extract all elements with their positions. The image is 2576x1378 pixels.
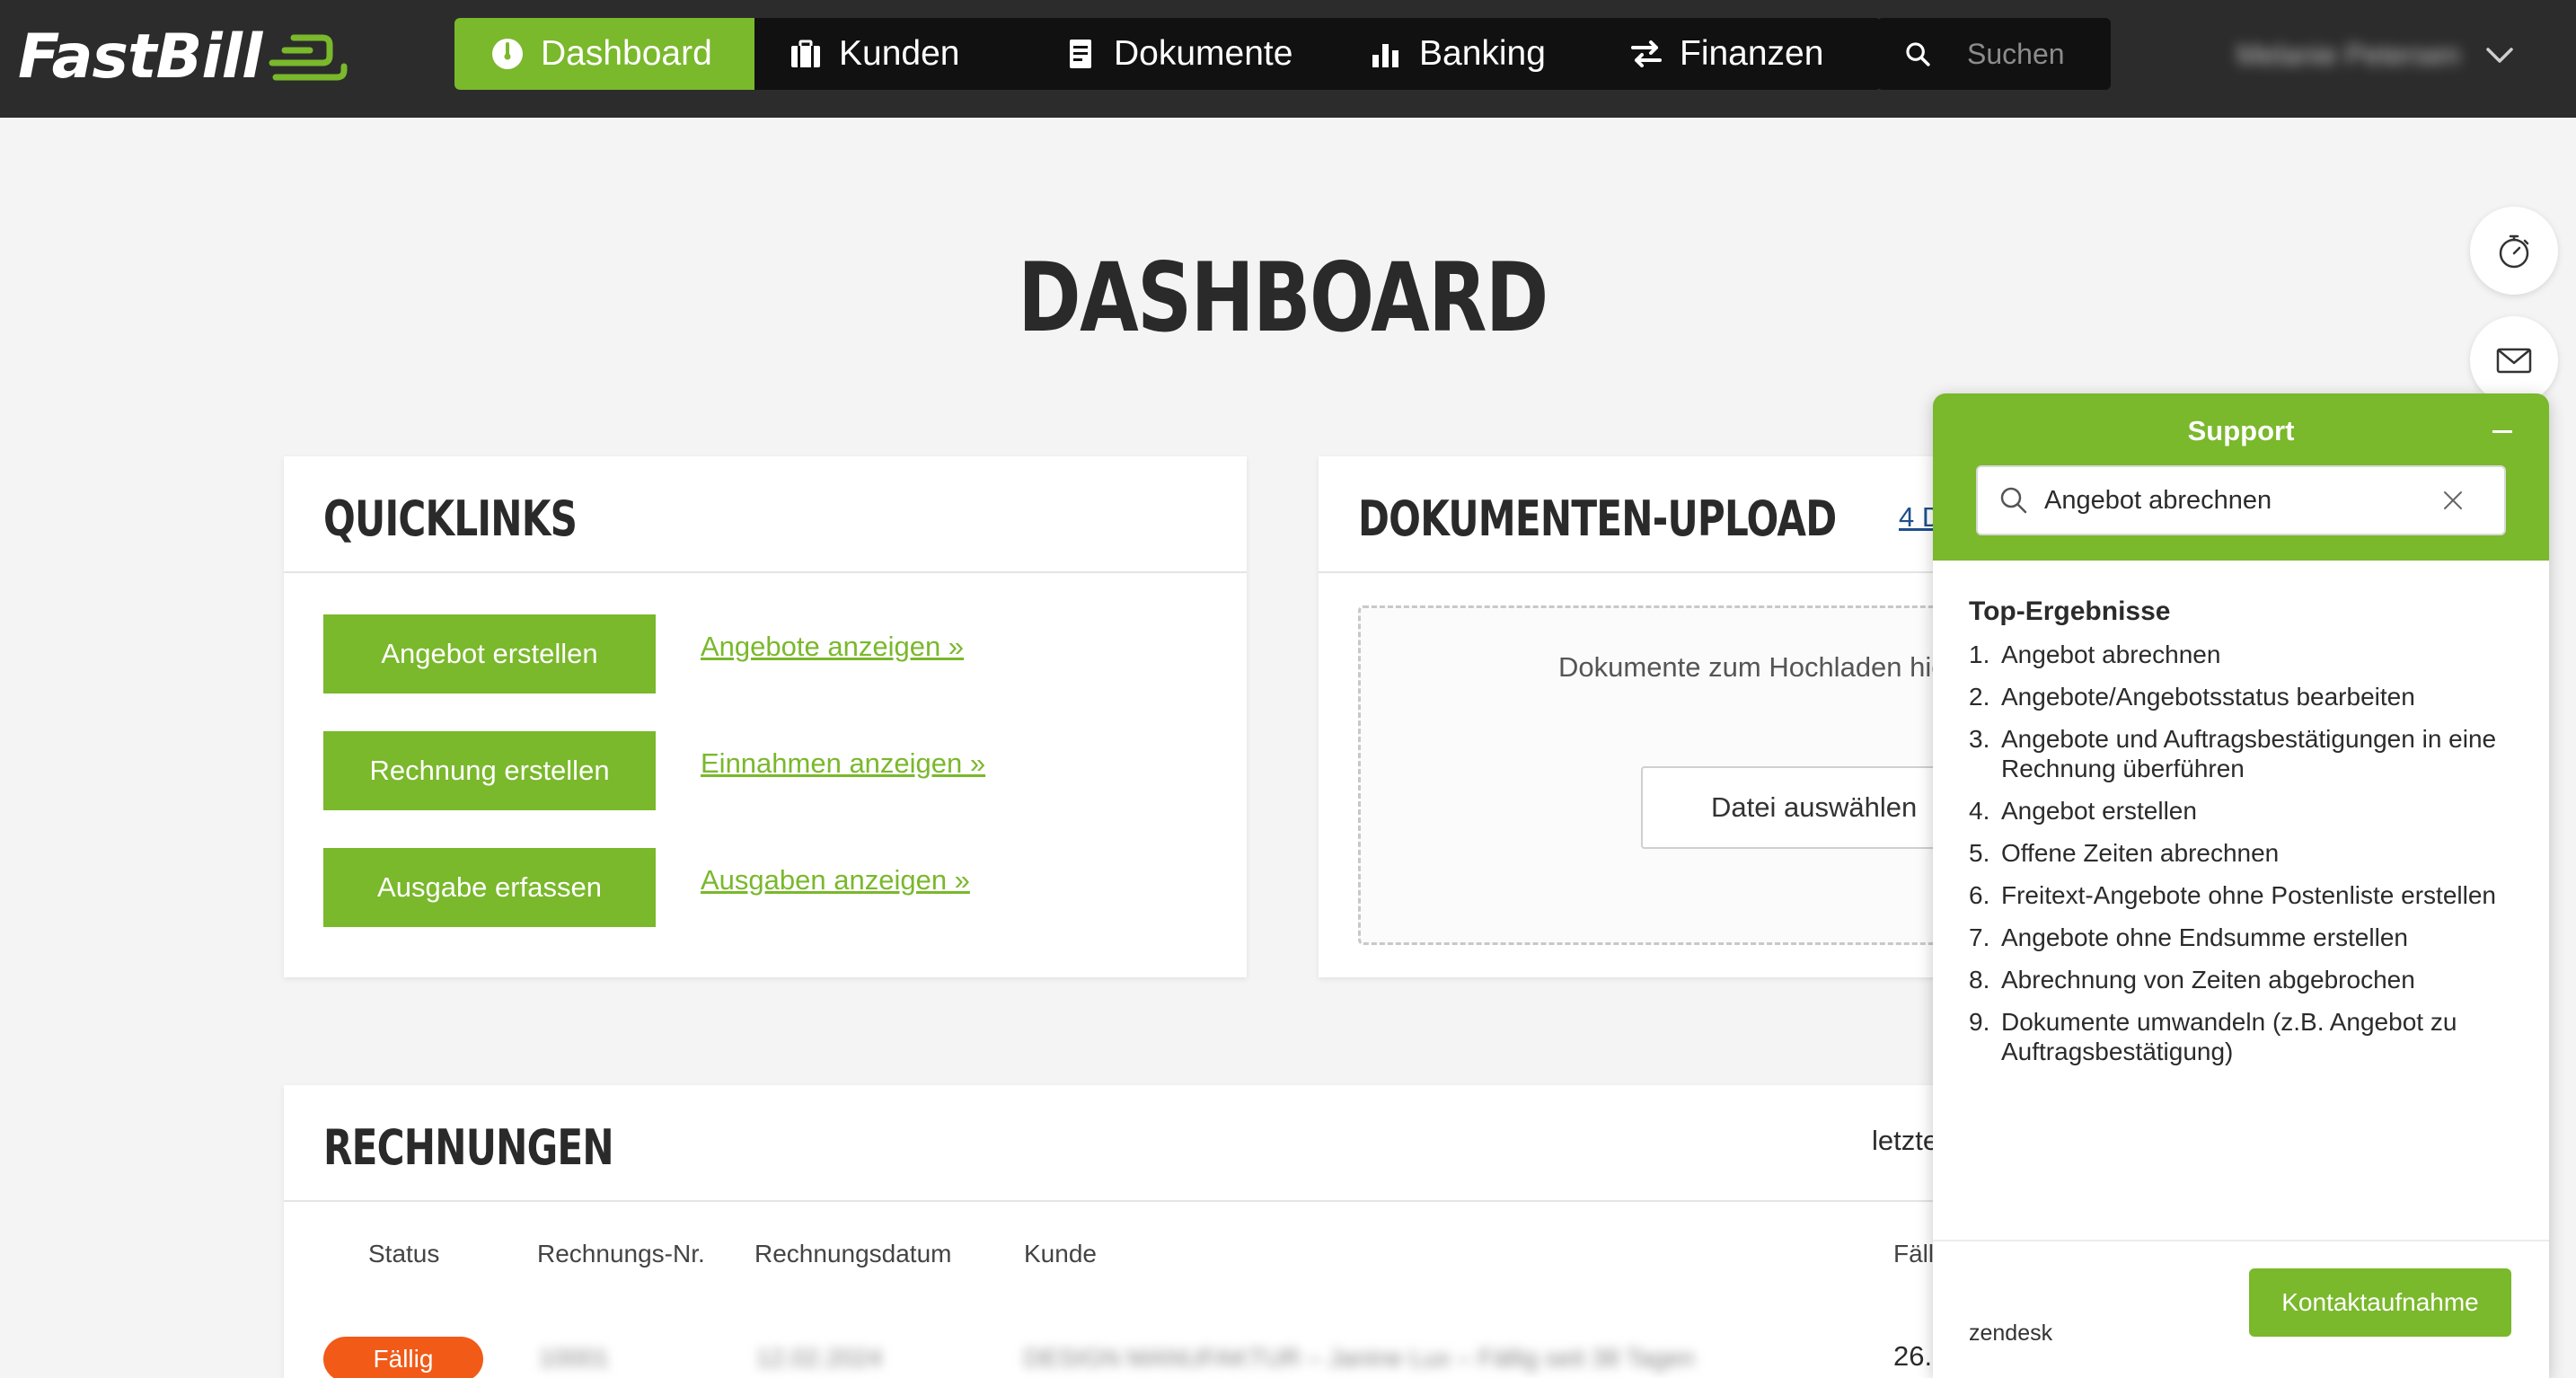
briefcase-icon — [791, 40, 820, 67]
document-upload-card: DOKUMENTEN-UPLOAD 4 D Dokumente zum Hoch… — [1319, 456, 1947, 977]
result-link[interactable]: Freitext-Angebote ohne Postenliste erste… — [2001, 880, 2508, 910]
nav-item-label: Dokumente — [1114, 34, 1293, 73]
nav-item-dashboard[interactable]: Dashboard — [454, 18, 754, 90]
dropzone-hint: Dokumente zum Hochladen hie — [1558, 651, 1947, 683]
result-link[interactable]: Dokumente umwandeln (z.B. Angebot zu Auf… — [2001, 1007, 2508, 1066]
invoices-title: RECHNUNGEN — [323, 1119, 614, 1176]
global-search[interactable] — [1877, 18, 2111, 90]
top-navigation-bar: FastBill Dashboard Kunden Dokumente Bank… — [0, 0, 2576, 118]
create-offer-button[interactable]: Angebot erstellen — [323, 614, 656, 693]
column-customer[interactable]: Kunde — [1024, 1240, 1097, 1268]
column-invoice-number[interactable]: Rechnungs-Nr. — [537, 1240, 705, 1268]
minimize-icon — [2492, 429, 2512, 433]
mail-icon — [2496, 348, 2532, 374]
chevron-down-icon — [2486, 48, 2513, 63]
time-tracking-button[interactable] — [2470, 207, 2558, 295]
document-upload-title: DOKUMENTEN-UPLOAD — [1358, 490, 1837, 547]
nav-item-label: Dashboard — [541, 34, 712, 73]
card-header: DOKUMENTEN-UPLOAD 4 D — [1319, 456, 1947, 573]
support-header: Support — [1933, 393, 2549, 561]
zendesk-logo[interactable]: zendesk — [1969, 1321, 2052, 1347]
nav-item-label: Kunden — [839, 34, 960, 73]
messages-button[interactable] — [2470, 316, 2558, 404]
list-item[interactable]: 1. Angebot abrechnen — [1969, 640, 2508, 669]
period-filter[interactable]: letzte — [1872, 1125, 1938, 1157]
list-item[interactable]: 8. Abrechnung von Zeiten abgebrochen — [1969, 965, 2508, 994]
search-input[interactable] — [1967, 37, 2111, 71]
list-item[interactable]: 6. Freitext-Angebote ohne Postenliste ers… — [1969, 880, 2508, 910]
results-list: 1. Angebot abrechnen 2. Angebote/Angebotss… — [1969, 640, 2508, 1079]
page-title: DASHBOARD — [1018, 243, 1548, 353]
support-search[interactable] — [1976, 465, 2506, 535]
search-icon — [1906, 42, 1930, 66]
bar-chart-icon — [1372, 44, 1398, 67]
result-link[interactable]: Angebot abrechnen — [2001, 640, 2508, 669]
support-footer: zendesk Kontaktaufnahme — [1933, 1240, 2549, 1378]
user-menu[interactable]: Melanie Petersen — [2236, 32, 2516, 77]
result-link[interactable]: Angebote und Auftragsbestätigungen in ei… — [2001, 724, 2508, 783]
minimize-button[interactable] — [2483, 411, 2522, 451]
show-expenses-link[interactable]: Ausgaben anzeigen » — [701, 864, 970, 897]
logo-text: FastBill — [18, 21, 262, 93]
create-invoice-button[interactable]: Rechnung erstellen — [323, 731, 656, 810]
main-navigation: Dashboard Kunden Dokumente Banking Finan… — [454, 18, 1881, 90]
gauge-icon — [492, 39, 523, 69]
document-icon — [1070, 40, 1091, 68]
choose-file-button[interactable]: Datei auswählen — [1641, 766, 1947, 849]
add-expense-button[interactable]: Ausgabe erfassen — [323, 848, 656, 927]
nav-item-label: Finanzen — [1680, 34, 1824, 73]
list-item[interactable]: 7. Angebote ohne Endsumme erstellen — [1969, 923, 2508, 952]
invoice-date: 12.02.2024 — [756, 1344, 883, 1372]
show-income-link[interactable]: Einnahmen anzeigen » — [701, 747, 985, 780]
support-title: Support — [2187, 415, 2295, 446]
show-offers-link[interactable]: Angebote anzeigen » — [701, 631, 964, 663]
result-link[interactable]: Angebote ohne Endsumme erstellen — [2001, 923, 2508, 952]
support-widget: Support Top-Ergebnisse 1.Angebot abrechn… — [1933, 393, 2549, 1378]
card-header: QUICKLINKS — [284, 456, 1247, 573]
support-search-input[interactable] — [2044, 485, 2422, 516]
nav-item-kunden[interactable]: Kunden — [754, 18, 1029, 90]
result-link[interactable]: Angebot erstellen — [2001, 796, 2508, 826]
list-item[interactable]: 9. Dokumente umwandeln (z.B. Angebot zu A… — [1969, 1007, 2508, 1066]
upload-dropzone[interactable]: Dokumente zum Hochladen hie Datei auswäh… — [1358, 605, 1947, 945]
user-name: Melanie Petersen — [2236, 38, 2461, 71]
customer-name: DESIGN MANUFAKTUR – Janine Lux – Fällig … — [1024, 1344, 1695, 1372]
fastbill-logo[interactable]: FastBill — [18, 16, 348, 97]
quicklinks-card: QUICKLINKS Angebot erstellen Angebote an… — [284, 456, 1247, 977]
nav-item-banking[interactable]: Banking — [1335, 18, 1595, 90]
nav-item-dokumente[interactable]: Dokumente — [1029, 18, 1335, 90]
nav-item-label: Banking — [1419, 34, 1546, 73]
result-link[interactable]: Angebote/Angebotsstatus bearbeiten — [2001, 682, 2508, 711]
transfer-arrows-icon — [1631, 40, 1662, 67]
column-status[interactable]: Status — [368, 1240, 439, 1268]
list-item[interactable]: 2. Angebote/Angebotsstatus bearbeiten — [1969, 682, 2508, 711]
invoices-card: RECHNUNGEN letzte Status Rechnungs-Nr. R… — [284, 1085, 1947, 1378]
column-invoice-date[interactable]: Rechnungsdatum — [754, 1240, 951, 1268]
list-item[interactable]: 3. Angebote und Auftragsbestätigungen in … — [1969, 724, 2508, 783]
card-header: RECHNUNGEN letzte — [284, 1085, 1947, 1202]
invoice-number: 10001 — [539, 1344, 609, 1372]
search-icon — [2000, 487, 2027, 514]
stopwatch-icon — [2499, 234, 2529, 269]
contact-button[interactable]: Kontaktaufnahme — [2249, 1268, 2511, 1337]
list-item[interactable]: 4. Angebot erstellen — [1969, 796, 2508, 826]
list-item[interactable]: 5. Offene Zeiten abrechnen — [1969, 838, 2508, 868]
results-heading: Top-Ergebnisse — [1969, 596, 2171, 626]
column-due-date[interactable]: Fäll — [1893, 1240, 1934, 1268]
close-icon[interactable] — [2441, 489, 2465, 512]
result-link[interactable]: Offene Zeiten abrechnen — [2001, 838, 2508, 868]
quicklinks-title: QUICKLINKS — [323, 490, 578, 547]
status-badge: Fällig — [323, 1337, 483, 1378]
nav-item-finanzen[interactable]: Finanzen — [1595, 18, 1881, 90]
logo-mark-icon — [269, 34, 348, 81]
result-link[interactable]: Abrechnung von Zeiten abgebrochen — [2001, 965, 2508, 994]
